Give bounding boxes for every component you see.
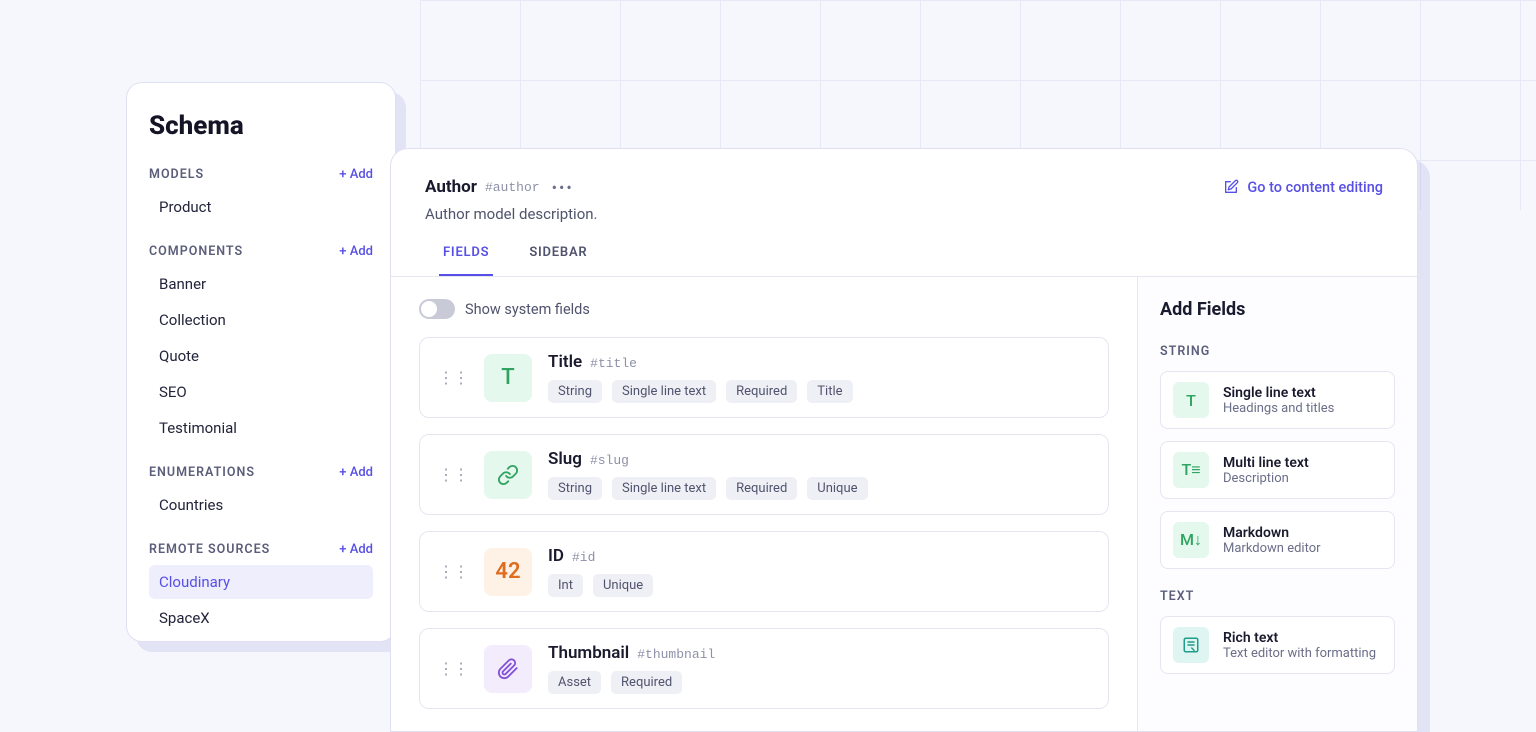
section-label: ENUMERATIONS [149, 465, 255, 480]
more-options-button[interactable]: ••• [552, 178, 574, 197]
model-tabs: FIELDS SIDEBAR [425, 245, 1383, 276]
add-component-button[interactable]: + Add [339, 244, 373, 259]
section-label: REMOTE SOURCES [149, 542, 270, 557]
section-header-enumerations: ENUMERATIONS + Add [149, 465, 373, 480]
drag-handle-icon[interactable]: ⋮⋮ [438, 373, 468, 383]
add-enumeration-button[interactable]: + Add [339, 465, 373, 480]
section-header-components: COMPONENTS + Add [149, 244, 373, 259]
field-type-title: Multi line text [1223, 455, 1309, 471]
field-title: ID [548, 546, 564, 566]
field-title: Thumbnail [548, 643, 629, 663]
add-fields-group-label: TEXT [1160, 589, 1395, 604]
field-title: Slug [548, 449, 582, 469]
add-remote-source-button[interactable]: + Add [339, 542, 373, 557]
drag-handle-icon[interactable]: ⋮⋮ [438, 664, 468, 674]
sidebar-title: Schema [149, 111, 373, 141]
model-description: Author model description. [425, 205, 1383, 223]
field-id: #id [572, 550, 595, 565]
field-card[interactable]: ⋮⋮ Slug #slug String Single line text Require… [419, 434, 1109, 515]
add-model-button[interactable]: + Add [339, 167, 373, 182]
field-tags: String Single line text Required Unique [548, 477, 868, 500]
drag-handle-icon[interactable]: ⋮⋮ [438, 567, 468, 577]
field-tags: String Single line text Required Title [548, 380, 853, 403]
field-tag: Required [726, 477, 797, 500]
tab-sidebar[interactable]: SIDEBAR [525, 245, 591, 276]
field-type-icon: T [484, 354, 532, 402]
field-id: #title [590, 356, 637, 371]
field-tag: Title [807, 380, 852, 403]
sidebar-item-testimonial[interactable]: Testimonial [149, 411, 373, 445]
field-type-title: Single line text [1223, 385, 1334, 401]
field-type-description: Description [1223, 471, 1309, 486]
sidebar-item-quote[interactable]: Quote [149, 339, 373, 373]
field-tag: Single line text [612, 477, 716, 500]
field-type-icon: 42 [484, 548, 532, 596]
section-header-models: MODELS + Add [149, 167, 373, 182]
schema-sidebar: Schema MODELS + Add Product COMPONENTS +… [126, 82, 396, 642]
sidebar-item-banner[interactable]: Banner [149, 267, 373, 301]
add-fields-title: Add Fields [1160, 299, 1395, 320]
field-tag: Unique [593, 574, 653, 597]
field-type-icon: T≡ [1173, 452, 1209, 488]
model-header: Author #author ••• Go to content editing… [391, 149, 1417, 276]
field-tag: Single line text [612, 380, 716, 403]
field-type-icon [484, 451, 532, 499]
model-title: Author [425, 177, 477, 197]
field-type-description: Headings and titles [1223, 401, 1334, 416]
field-type-icon [1173, 627, 1209, 663]
field-type-icon [484, 645, 532, 693]
drag-handle-icon[interactable]: ⋮⋮ [438, 470, 468, 480]
field-title: Title [548, 352, 582, 372]
show-system-fields-row: Show system fields [419, 299, 1109, 319]
section-label: MODELS [149, 167, 204, 182]
fields-column: Show system fields ⋮⋮TTitle#titleStringS… [391, 277, 1137, 731]
field-tag: Required [611, 671, 682, 694]
field-type-title: Rich text [1223, 630, 1376, 646]
field-tag: String [548, 380, 602, 403]
show-system-fields-toggle[interactable] [419, 299, 455, 319]
sidebar-item-seo[interactable]: SEO [149, 375, 373, 409]
field-tag: Asset [548, 671, 601, 694]
field-type-title: Markdown [1223, 525, 1321, 541]
add-fields-column: Add Fields STRING T Single line textHeadin… [1137, 277, 1417, 731]
field-type-option[interactable]: Rich textText editor with formatting [1160, 616, 1395, 674]
field-tag: Int [548, 574, 583, 597]
field-type-option[interactable]: T Single line textHeadings and titles [1160, 371, 1395, 429]
toggle-label: Show system fields [465, 301, 590, 318]
field-id: #thumbnail [637, 647, 715, 662]
field-tag: Required [726, 380, 797, 403]
sidebar-item-spacex[interactable]: SpaceX [149, 601, 373, 635]
sidebar-item-cloudinary[interactable]: Cloudinary [149, 565, 373, 599]
edit-icon [1223, 179, 1239, 195]
field-tag: String [548, 477, 602, 500]
section-header-remote-sources: REMOTE SOURCES + Add [149, 542, 373, 557]
field-type-option[interactable]: M↓ MarkdownMarkdown editor [1160, 511, 1395, 569]
field-type-description: Text editor with formatting [1223, 646, 1376, 661]
section-label: COMPONENTS [149, 244, 243, 259]
field-tag: Unique [807, 477, 867, 500]
add-fields-group-label: STRING [1160, 344, 1395, 359]
field-tags: Asset Required [548, 671, 715, 694]
sidebar-item-product[interactable]: Product [149, 190, 373, 224]
field-type-description: Markdown editor [1223, 541, 1321, 556]
go-link-label: Go to content editing [1247, 179, 1383, 196]
field-type-option[interactable]: T≡ Multi line textDescription [1160, 441, 1395, 499]
sidebar-item-countries[interactable]: Countries [149, 488, 373, 522]
field-type-icon: T [1173, 382, 1209, 418]
field-card[interactable]: ⋮⋮ 42 ID #id Int Unique [419, 531, 1109, 612]
model-panel: Author #author ••• Go to content editing… [390, 148, 1418, 732]
field-id: #slug [590, 453, 629, 468]
tab-fields[interactable]: FIELDS [439, 245, 493, 276]
field-card[interactable]: ⋮⋮ Thumbnail #thumbnail Asset Required [419, 628, 1109, 709]
field-tags: Int Unique [548, 574, 653, 597]
sidebar-item-collection[interactable]: Collection [149, 303, 373, 337]
go-to-content-editing-link[interactable]: Go to content editing [1223, 179, 1383, 196]
field-type-icon: M↓ [1173, 522, 1209, 558]
field-card[interactable]: ⋮⋮ T Title #title String Single line text Requ… [419, 337, 1109, 418]
model-id: #author [485, 180, 540, 195]
